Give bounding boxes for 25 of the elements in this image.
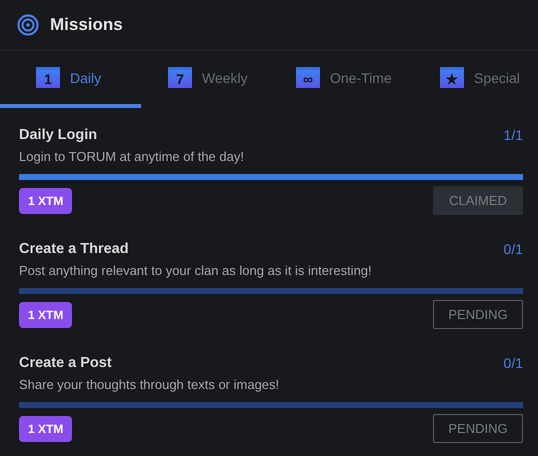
reward-badge: 1 XTM (19, 416, 72, 442)
reward-badge: 1 XTM (19, 188, 72, 214)
mission-title: Daily Login (19, 127, 98, 143)
calendar-icon: ★ (440, 67, 464, 88)
reward-badge: 1 XTM (19, 302, 72, 328)
tab[interactable]: 7 Weekly (141, 51, 269, 108)
mission-title: Create a Thread (19, 241, 129, 257)
progress-count: 1/1 (504, 127, 523, 143)
target-icon (17, 14, 39, 36)
mission-description: Post anything relevant to your clan as long as it is interesting! (19, 263, 373, 278)
calendar-icon: 1 (36, 67, 60, 88)
tab[interactable]: 1 Daily (0, 51, 141, 108)
status-button[interactable]: CLAIMED (433, 186, 523, 215)
mission-description: Login to TORUM at anytime of the day! (19, 149, 245, 164)
window-title: Missions (50, 15, 123, 35)
calendar-icon: ∞ (296, 67, 320, 88)
progress-count: 0/1 (504, 241, 523, 257)
progress-count: 0/1 (504, 355, 523, 371)
tab[interactable]: ★ Special (413, 51, 538, 108)
status-button[interactable]: PENDING (433, 414, 523, 443)
calendar-icon: 7 (168, 67, 192, 88)
mission-description: Share your thoughts through texts or images! (19, 377, 280, 392)
mission-title: Create a Post (19, 355, 112, 371)
status-button[interactable]: PENDING (433, 300, 523, 329)
tab[interactable]: ∞ One-Time (269, 51, 413, 108)
